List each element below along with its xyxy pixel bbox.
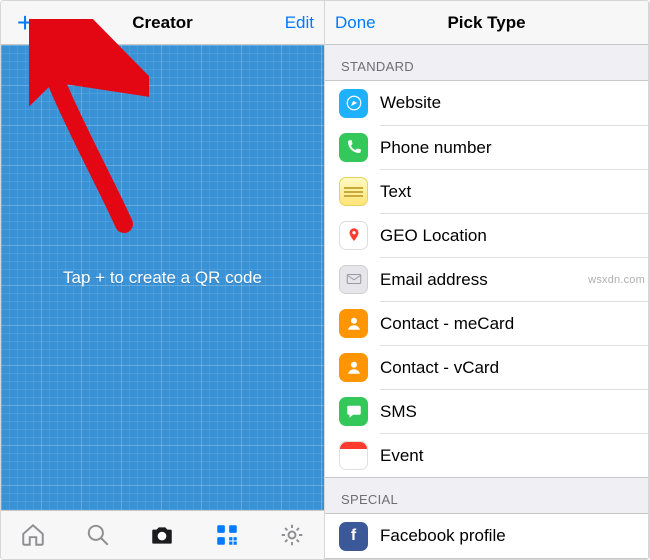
type-facebook[interactable]: f Facebook profile <box>325 514 648 558</box>
envelope-icon <box>339 265 368 294</box>
facebook-icon: f <box>339 522 368 551</box>
type-mecard[interactable]: Contact - meCard <box>325 301 648 345</box>
creator-hint: Tap + to create a QR code <box>63 268 262 288</box>
row-label: Event <box>380 446 634 466</box>
row-label: Contact - meCard <box>380 314 634 334</box>
creator-navbar: + Creator Edit <box>1 1 324 45</box>
calendar-icon <box>339 441 368 470</box>
tab-bar <box>1 510 324 559</box>
type-website[interactable]: Website <box>325 81 648 125</box>
tab-search[interactable] <box>78 515 118 555</box>
type-event[interactable]: Event <box>325 433 648 477</box>
creator-pane: + Creator Edit Tap + to create a QR code <box>1 1 325 559</box>
picktype-navbar: Done Pick Type <box>325 1 648 45</box>
qr-icon <box>214 522 240 548</box>
compass-icon <box>339 89 368 118</box>
chat-bubble-icon <box>339 397 368 426</box>
contact-icon <box>339 309 368 338</box>
type-text[interactable]: Text <box>325 169 648 213</box>
watermark: wsxdn.com <box>588 274 645 286</box>
notes-icon <box>339 177 368 206</box>
row-label: SMS <box>380 402 634 422</box>
row-label: Text <box>380 182 634 202</box>
edit-button[interactable]: Edit <box>270 13 314 33</box>
type-sms[interactable]: SMS <box>325 389 648 433</box>
row-label: Facebook profile <box>380 526 634 546</box>
type-geo[interactable]: GEO Location <box>325 213 648 257</box>
special-group: f Facebook profile <box>325 513 648 559</box>
tab-qr[interactable] <box>207 515 247 555</box>
creator-canvas[interactable]: Tap + to create a QR code <box>1 45 324 510</box>
gear-icon <box>279 522 305 548</box>
section-header-special: Special <box>325 478 648 513</box>
row-label: Phone number <box>380 138 634 158</box>
tab-settings[interactable] <box>272 515 312 555</box>
row-label: GEO Location <box>380 226 634 246</box>
done-button[interactable]: Done <box>335 13 379 33</box>
map-pin-icon <box>339 221 368 250</box>
camera-icon <box>149 522 175 548</box>
tab-camera[interactable] <box>142 515 182 555</box>
type-list[interactable]: Standard Website Phone number Text <box>325 45 648 559</box>
contact-icon <box>339 353 368 382</box>
section-header-standard: Standard <box>325 45 648 80</box>
type-vcard[interactable]: Contact - vCard <box>325 345 648 389</box>
add-button[interactable]: + <box>11 9 39 37</box>
row-label: Website <box>380 93 634 113</box>
search-icon <box>85 522 111 548</box>
type-phone[interactable]: Phone number <box>325 125 648 169</box>
row-label: Contact - vCard <box>380 358 634 378</box>
phone-icon <box>339 133 368 162</box>
home-icon <box>20 522 46 548</box>
tab-home[interactable] <box>13 515 53 555</box>
